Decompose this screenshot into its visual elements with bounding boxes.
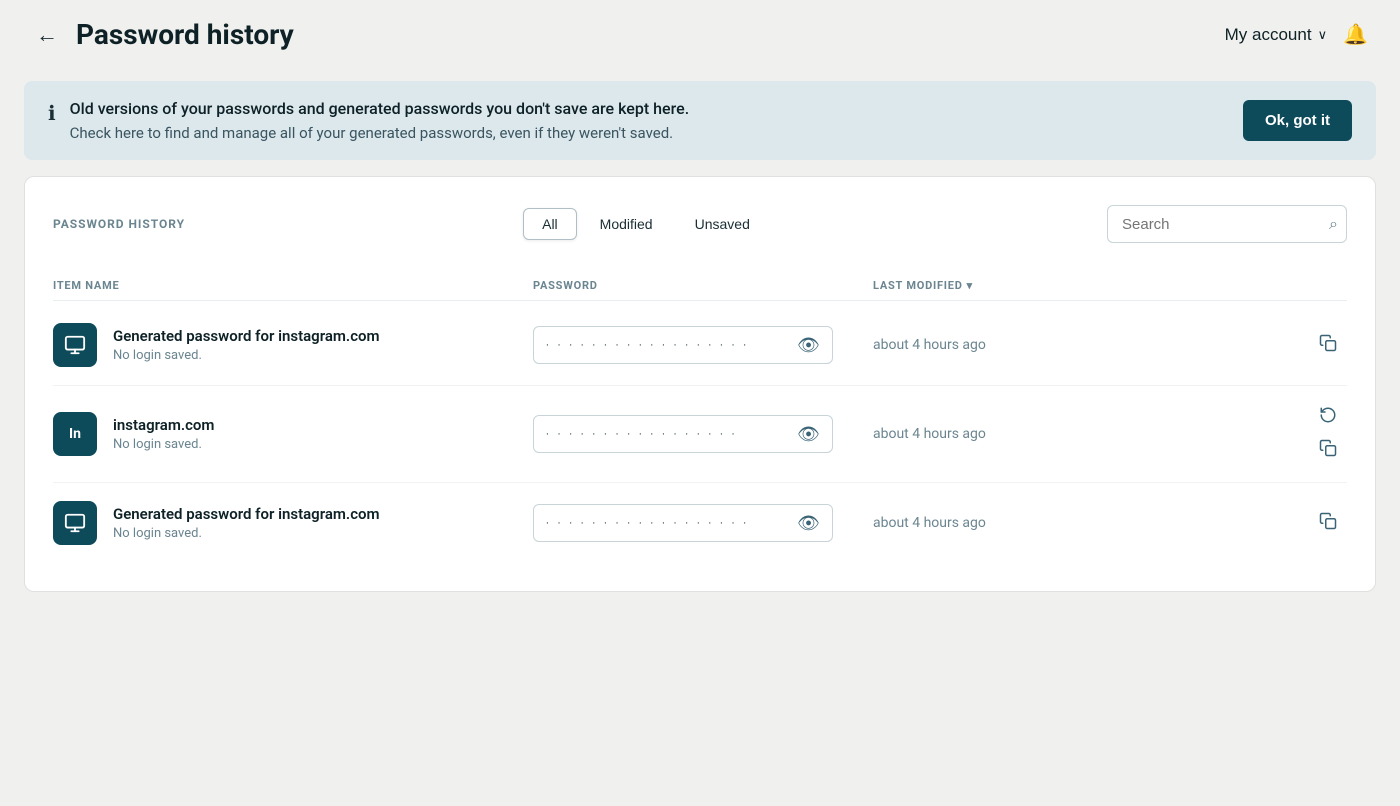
back-button[interactable]: ← <box>32 20 62 50</box>
item-info: Generated password for instagram.com No … <box>113 327 380 363</box>
copy-button[interactable] <box>1317 437 1339 464</box>
toolbar: PASSWORD HISTORY All Modified Unsaved ⌕ <box>53 205 1347 243</box>
copy-icon <box>1319 337 1337 356</box>
banner-secondary-text: Check here to find and manage all of you… <box>70 124 690 142</box>
main-card: PASSWORD HISTORY All Modified Unsaved ⌕ … <box>24 176 1376 592</box>
row-actions <box>1317 332 1339 359</box>
item-cell: Generated password for instagram.com No … <box>53 501 533 545</box>
toggle-password-button[interactable]: 👁 <box>797 336 820 354</box>
password-field: · · · · · · · · · · · · · · · · · · 👁 <box>533 326 833 364</box>
password-cell: · · · · · · · · · · · · · · · · · · 👁 <box>533 326 873 364</box>
row-actions <box>1317 404 1339 464</box>
copy-button[interactable] <box>1317 510 1339 537</box>
info-icon: ℹ <box>48 101 56 125</box>
item-name: Generated password for instagram.com <box>113 505 380 523</box>
password-field: · · · · · · · · · · · · · · · · · 👁 <box>533 415 833 453</box>
time-text: about 4 hours ago <box>873 426 986 442</box>
col-header-item-name: ITEM NAME <box>53 279 533 292</box>
col-header-password: PASSWORD <box>533 279 873 292</box>
filter-unsaved-button[interactable]: Unsaved <box>676 208 769 240</box>
item-cell: In instagram.com No login saved. <box>53 412 533 456</box>
copy-icon <box>1319 442 1337 461</box>
chevron-down-icon: ∨ <box>1318 27 1328 43</box>
eye-icon: 👁 <box>797 424 820 444</box>
item-name: instagram.com <box>113 416 214 434</box>
restore-button[interactable] <box>1317 404 1339 431</box>
meta-cell: about 4 hours ago <box>873 404 1347 464</box>
info-text: Old versions of your passwords and gener… <box>70 99 690 142</box>
item-name: Generated password for instagram.com <box>113 327 380 345</box>
toggle-password-button[interactable]: 👁 <box>797 514 820 532</box>
password-cell: · · · · · · · · · · · · · · · · · 👁 <box>533 415 873 453</box>
header: ← Password history My account ∨ 🔔 <box>0 0 1400 69</box>
item-cell: Generated password for instagram.com No … <box>53 323 533 367</box>
item-icon <box>53 323 97 367</box>
item-icon <box>53 501 97 545</box>
header-right: My account ∨ 🔔 <box>1225 22 1368 47</box>
item-icon: In <box>53 412 97 456</box>
eye-icon: 👁 <box>797 513 820 533</box>
search-icon: ⌕ <box>1329 214 1338 234</box>
filter-group: All Modified Unsaved <box>523 208 769 240</box>
search-box: ⌕ <box>1107 205 1347 243</box>
password-dots: · · · · · · · · · · · · · · · · · · <box>546 339 797 352</box>
sort-icon: ▾ <box>967 279 973 292</box>
banner-primary-text: Old versions of your passwords and gener… <box>70 99 690 118</box>
item-sub: No login saved. <box>113 526 380 541</box>
row-actions <box>1317 510 1339 537</box>
copy-button[interactable] <box>1317 332 1339 359</box>
bell-icon: 🔔 <box>1343 24 1368 46</box>
table-row: Generated password for instagram.com No … <box>53 305 1347 386</box>
restore-icon <box>1319 409 1337 428</box>
item-info: Generated password for instagram.com No … <box>113 505 380 541</box>
search-input[interactable] <box>1122 216 1321 233</box>
item-sub: No login saved. <box>113 348 380 363</box>
table-row: In instagram.com No login saved. · · · ·… <box>53 386 1347 483</box>
time-text: about 4 hours ago <box>873 515 986 531</box>
toggle-password-button[interactable]: 👁 <box>797 425 820 443</box>
info-banner-content: ℹ Old versions of your passwords and gen… <box>48 99 689 142</box>
section-label: PASSWORD HISTORY <box>53 217 185 231</box>
item-info: instagram.com No login saved. <box>113 416 214 452</box>
filter-all-button[interactable]: All <box>523 208 577 240</box>
password-dots: · · · · · · · · · · · · · · · · · · <box>546 517 797 530</box>
meta-cell: about 4 hours ago <box>873 332 1347 359</box>
item-sub: No login saved. <box>113 437 214 452</box>
copy-icon <box>1319 515 1337 534</box>
info-banner: ℹ Old versions of your passwords and gen… <box>24 81 1376 160</box>
ok-got-it-button[interactable]: Ok, got it <box>1243 100 1352 141</box>
header-left: ← Password history <box>32 18 294 51</box>
eye-icon: 👁 <box>797 335 820 355</box>
table-header: ITEM NAME PASSWORD LAST MODIFIED ▾ <box>53 271 1347 301</box>
table-row: Generated password for instagram.com No … <box>53 483 1347 563</box>
password-dots: · · · · · · · · · · · · · · · · · <box>546 428 797 441</box>
password-field: · · · · · · · · · · · · · · · · · · 👁 <box>533 504 833 542</box>
my-account-button[interactable]: My account ∨ <box>1225 25 1327 45</box>
password-cell: · · · · · · · · · · · · · · · · · · 👁 <box>533 504 873 542</box>
my-account-label: My account <box>1225 25 1312 45</box>
page-title: Password history <box>76 18 294 51</box>
filter-modified-button[interactable]: Modified <box>581 208 672 240</box>
notifications-button[interactable]: 🔔 <box>1343 22 1368 47</box>
col-header-last-modified[interactable]: LAST MODIFIED ▾ <box>873 279 1347 292</box>
time-text: about 4 hours ago <box>873 337 986 353</box>
meta-cell: about 4 hours ago <box>873 510 1347 537</box>
